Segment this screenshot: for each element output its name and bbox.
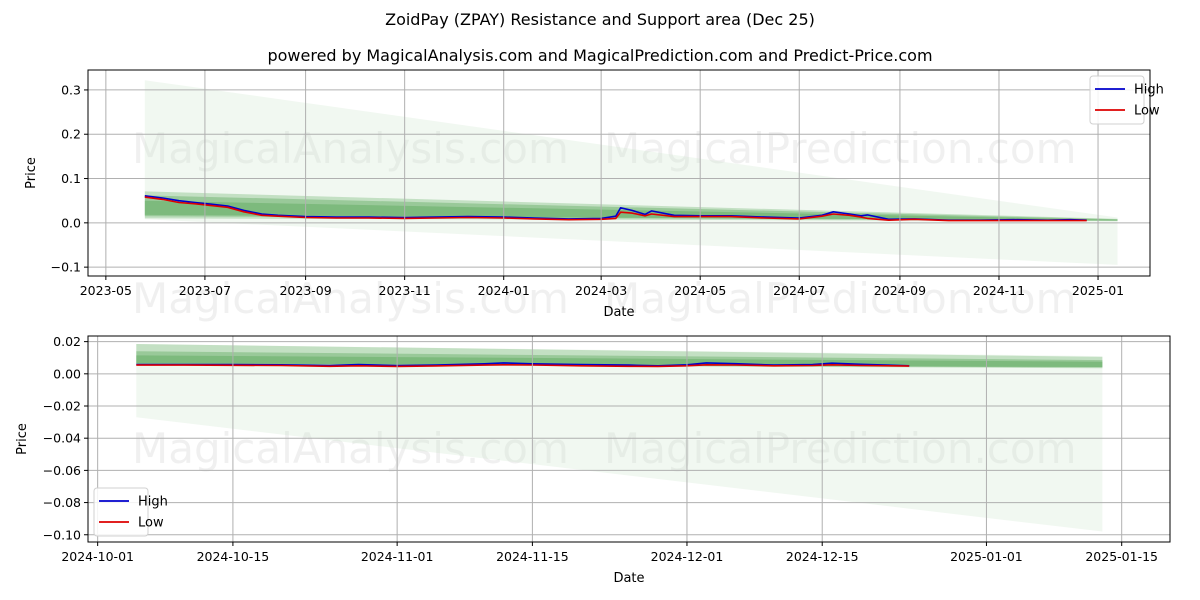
- legend-label-low: Low: [138, 516, 164, 531]
- y-tick-label: −0.02: [43, 399, 81, 414]
- x-tick-label: 2024-09: [874, 283, 926, 298]
- y-tick-label: −0.10: [43, 527, 81, 542]
- y-axis-label: Price: [15, 423, 30, 455]
- x-axis-label: Date: [613, 571, 644, 586]
- legend: High Low: [1089, 75, 1164, 125]
- y-tick-label: 0.02: [53, 334, 81, 349]
- legend-label-high: High: [138, 495, 168, 510]
- x-tick-label: 2025-01-01: [950, 549, 1023, 564]
- y-tick-label: −0.04: [43, 431, 81, 446]
- y-tick-label: 0.3: [61, 82, 81, 97]
- x-tick-label: 2024-07: [773, 283, 825, 298]
- x-tick-label: 2023-07: [179, 283, 231, 298]
- y-tick-label: 0.2: [61, 127, 81, 142]
- x-tick-label: 2024-12-01: [651, 549, 724, 564]
- y-tick-label: −0.1: [51, 260, 81, 275]
- x-tick-label: 2024-03: [575, 283, 627, 298]
- x-tick-label: 2024-11: [973, 283, 1025, 298]
- chart-bottom: MagicalAnalysis.com MagicalPrediction.com…: [15, 334, 1171, 586]
- watermark-text: MagicalPrediction.com: [604, 274, 1077, 323]
- chart-top: MagicalAnalysis.com MagicalPrediction.com…: [24, 69, 1164, 323]
- y-tick-label: −0.08: [43, 495, 81, 510]
- x-tick-label: 2023-09: [279, 283, 331, 298]
- x-tick-label: 2024-05: [674, 283, 726, 298]
- x-tick-label: 2024-10-01: [61, 549, 134, 564]
- y-axis-label: Price: [24, 157, 39, 189]
- legend: High Low: [93, 487, 168, 537]
- legend-label-high: High: [1134, 83, 1164, 98]
- legend-label-low: Low: [1134, 104, 1160, 119]
- x-tick-label: 2025-01-15: [1085, 549, 1158, 564]
- x-tick-label: 2024-11-15: [496, 549, 569, 564]
- x-tick-label: 2025-01: [1072, 283, 1124, 298]
- y-tick-label: −0.06: [43, 463, 81, 478]
- y-tick-label: 0.0: [61, 215, 81, 230]
- x-tick-label: 2024-11-01: [361, 549, 434, 564]
- watermark-text: MagicalAnalysis.com: [132, 274, 569, 323]
- chart-canvas: MagicalAnalysis.com MagicalPrediction.com…: [15, 69, 1171, 586]
- x-tick-label: 2024-10-15: [197, 549, 270, 564]
- x-axis-label: Date: [603, 305, 634, 320]
- x-tick-label: 2024-12-15: [786, 549, 859, 564]
- y-tick-label: 0.00: [53, 366, 81, 381]
- x-tick-label: 2023-11: [379, 283, 431, 298]
- x-tick-label: 2024-01: [478, 283, 530, 298]
- y-tick-label: 0.1: [61, 171, 81, 186]
- x-tick-label: 2023-05: [80, 283, 132, 298]
